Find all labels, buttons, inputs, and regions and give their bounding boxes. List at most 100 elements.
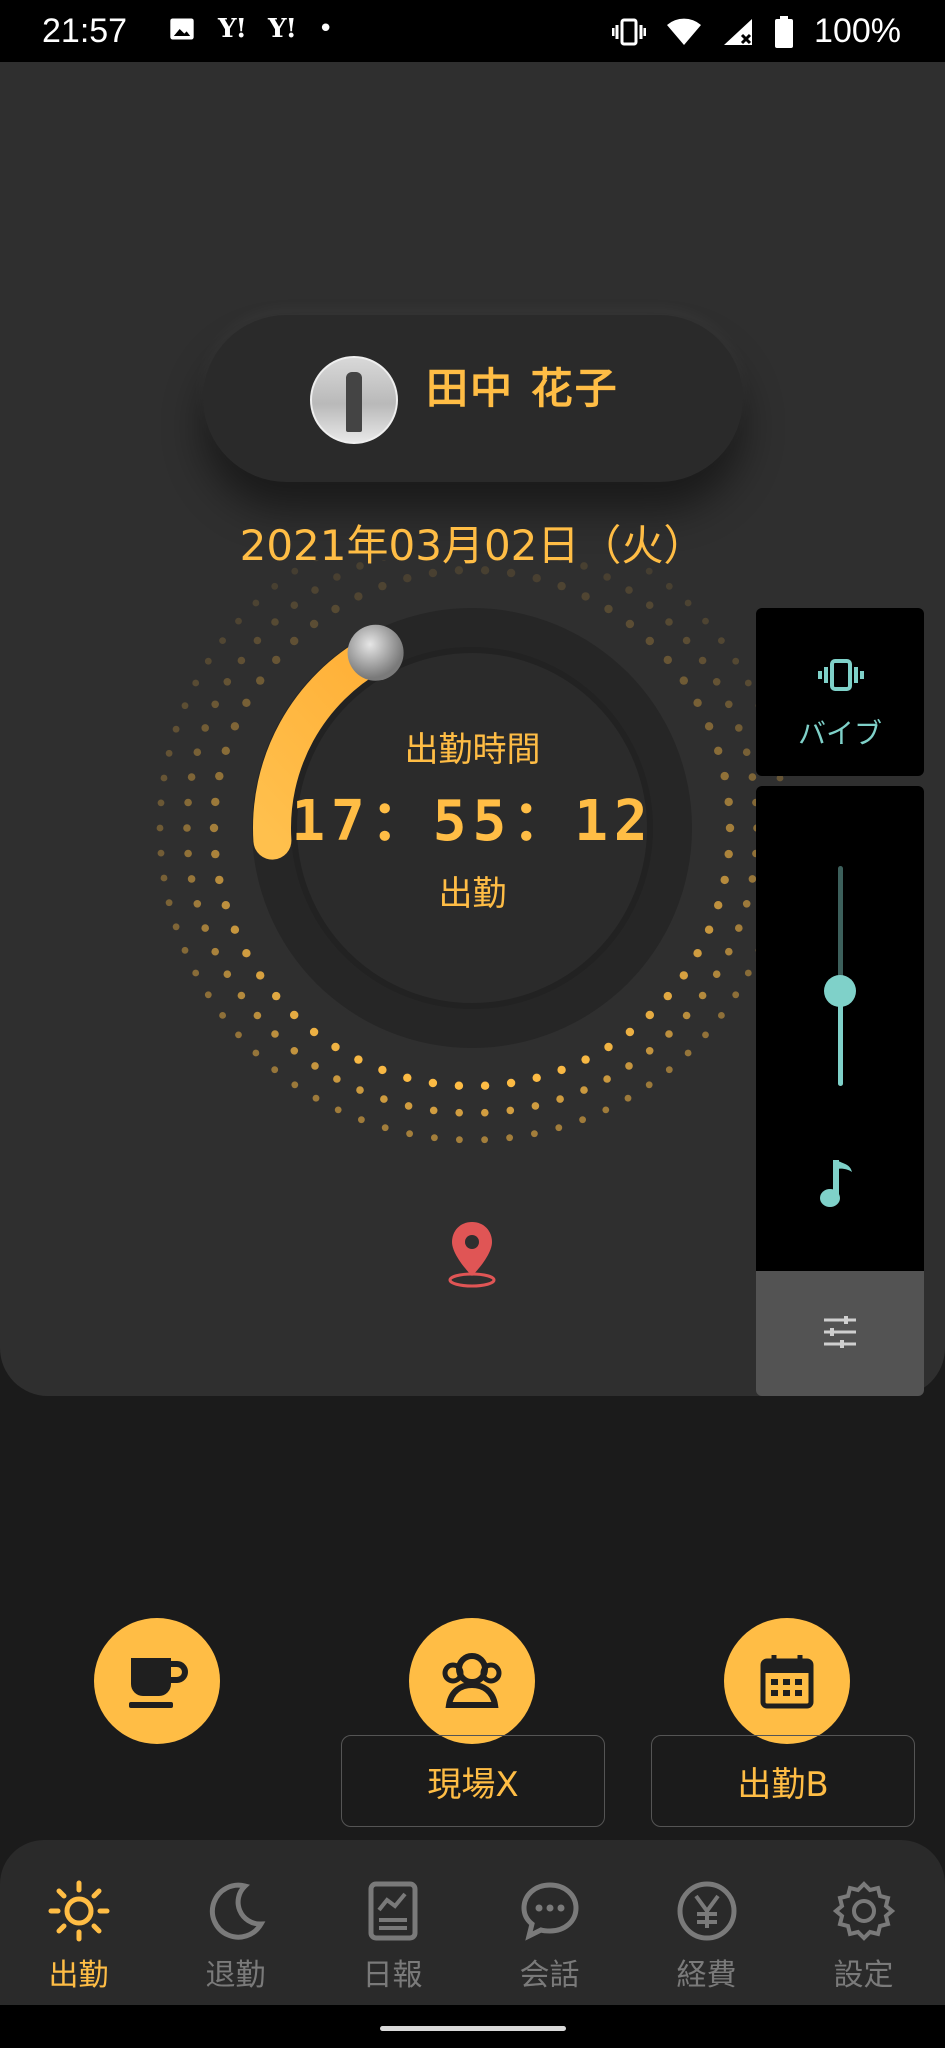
bottom-nav: 出勤 退勤 日報 会話 経費 設定 bbox=[0, 1840, 945, 2005]
dial-dot bbox=[256, 971, 265, 980]
dial-dot bbox=[204, 991, 212, 999]
dial-dot bbox=[557, 1065, 566, 1075]
nav-item-report[interactable]: 日報 bbox=[314, 1840, 471, 2005]
dial-dot bbox=[253, 1011, 262, 1020]
dial-dot bbox=[663, 655, 672, 665]
status-notification-icons: Y! Y! • bbox=[168, 14, 333, 44]
nav-item-clock-out[interactable]: 退勤 bbox=[157, 1840, 314, 2005]
dial-dot bbox=[603, 573, 611, 581]
dial-dot bbox=[381, 1124, 389, 1132]
dial-dot bbox=[624, 1094, 632, 1102]
dial-dot bbox=[645, 636, 654, 646]
dial-dot bbox=[429, 1106, 438, 1115]
dial-dot bbox=[665, 618, 673, 626]
place-x-button[interactable]: 現場X bbox=[341, 1735, 605, 1827]
dial-dot bbox=[211, 700, 219, 709]
dial-dot bbox=[532, 574, 541, 583]
dial-dot bbox=[356, 1086, 364, 1094]
dial-dot bbox=[704, 925, 714, 934]
sound-settings-button[interactable] bbox=[756, 1271, 924, 1396]
dial-dot bbox=[192, 679, 200, 687]
dial-dot bbox=[219, 1012, 226, 1019]
dial-dot bbox=[506, 1106, 515, 1115]
dial-dot bbox=[645, 601, 654, 609]
report-icon bbox=[368, 1881, 418, 1941]
dial-dot bbox=[698, 991, 707, 1000]
home-indicator[interactable] bbox=[380, 2026, 566, 2031]
dial-dot bbox=[718, 1012, 725, 1019]
dial-dot bbox=[358, 1116, 365, 1124]
sun-icon bbox=[48, 1880, 110, 1942]
dial-dot bbox=[712, 970, 721, 978]
dial-dot bbox=[378, 581, 387, 591]
dial-dot bbox=[333, 1075, 341, 1083]
dial-dot bbox=[480, 566, 490, 575]
calendar-button[interactable] bbox=[724, 1618, 850, 1744]
dot-icon: • bbox=[317, 14, 334, 44]
nav-label-expenses: 経費 bbox=[676, 1958, 737, 1993]
vibrate-toggle[interactable]: バイブ bbox=[756, 608, 924, 776]
volume-slider-thumb[interactable] bbox=[824, 975, 856, 1008]
dial-dot bbox=[311, 1062, 319, 1070]
dial-dot bbox=[252, 599, 260, 607]
location-pin-icon[interactable] bbox=[448, 1220, 496, 1288]
dial-dot bbox=[237, 991, 246, 1000]
dial-dot bbox=[679, 971, 688, 980]
dial-dot bbox=[211, 947, 219, 956]
dial-dot bbox=[334, 1106, 342, 1114]
vibrate-status-icon bbox=[612, 18, 647, 45]
dial-dot bbox=[481, 1108, 489, 1117]
music-note-icon[interactable] bbox=[820, 1158, 856, 1210]
dial-dot bbox=[272, 655, 281, 665]
dial-dot bbox=[181, 946, 189, 954]
dial-dot bbox=[531, 1102, 540, 1110]
dial-dot bbox=[223, 970, 232, 978]
group-icon bbox=[442, 1653, 502, 1708]
dial-dot bbox=[665, 1030, 673, 1038]
dial-dot bbox=[682, 636, 691, 645]
nav-item-clock-in[interactable]: 出勤 bbox=[0, 1840, 157, 2005]
dial-dot bbox=[679, 676, 688, 685]
place-b-button[interactable]: 出勤B bbox=[651, 1735, 915, 1827]
nav-item-expenses[interactable]: 経費 bbox=[628, 1840, 785, 2005]
nav-item-chat[interactable]: 会話 bbox=[471, 1840, 628, 2005]
dial-dot bbox=[313, 560, 319, 562]
dial-dot bbox=[454, 566, 464, 575]
user-card[interactable]: 田中 花子 bbox=[203, 315, 743, 482]
dial-dot bbox=[735, 924, 743, 932]
dial-dot bbox=[431, 1134, 438, 1142]
dial-dot bbox=[331, 604, 340, 614]
dial-dot bbox=[645, 1047, 654, 1055]
dial-dot bbox=[645, 567, 653, 575]
dial-dot bbox=[291, 567, 299, 575]
group-button[interactable] bbox=[409, 1618, 535, 1744]
dial-dot bbox=[356, 562, 364, 570]
dial-dot bbox=[230, 925, 240, 934]
vibrate-label: バイブ bbox=[797, 717, 882, 750]
nav-item-settings[interactable]: 設定 bbox=[785, 1840, 942, 2005]
dial-dot bbox=[604, 1042, 613, 1052]
dial-dot bbox=[625, 586, 633, 594]
dial-dot bbox=[456, 1136, 463, 1144]
signal-icon bbox=[724, 18, 753, 45]
dial-dot bbox=[271, 1066, 279, 1074]
dial-dot bbox=[702, 1031, 709, 1039]
dial-dot bbox=[603, 1075, 611, 1083]
avatar[interactable] bbox=[310, 356, 398, 444]
break-button[interactable] bbox=[94, 1618, 220, 1744]
dial-dot bbox=[201, 924, 209, 932]
progress-knob[interactable] bbox=[347, 624, 404, 681]
dial-dot bbox=[455, 1108, 464, 1117]
dial-dot bbox=[454, 1081, 464, 1090]
dial-dot bbox=[290, 601, 299, 609]
dial-dot bbox=[403, 574, 412, 583]
gear-icon bbox=[833, 1881, 895, 1941]
dial-dot bbox=[693, 949, 702, 958]
dial-dot bbox=[333, 573, 341, 581]
dial-dot bbox=[702, 617, 709, 625]
dial-dot bbox=[172, 923, 180, 931]
vibrate-icon bbox=[818, 659, 864, 691]
dial-dot bbox=[684, 1049, 692, 1057]
dial-dot bbox=[744, 679, 752, 687]
volume-panel bbox=[756, 786, 924, 1271]
